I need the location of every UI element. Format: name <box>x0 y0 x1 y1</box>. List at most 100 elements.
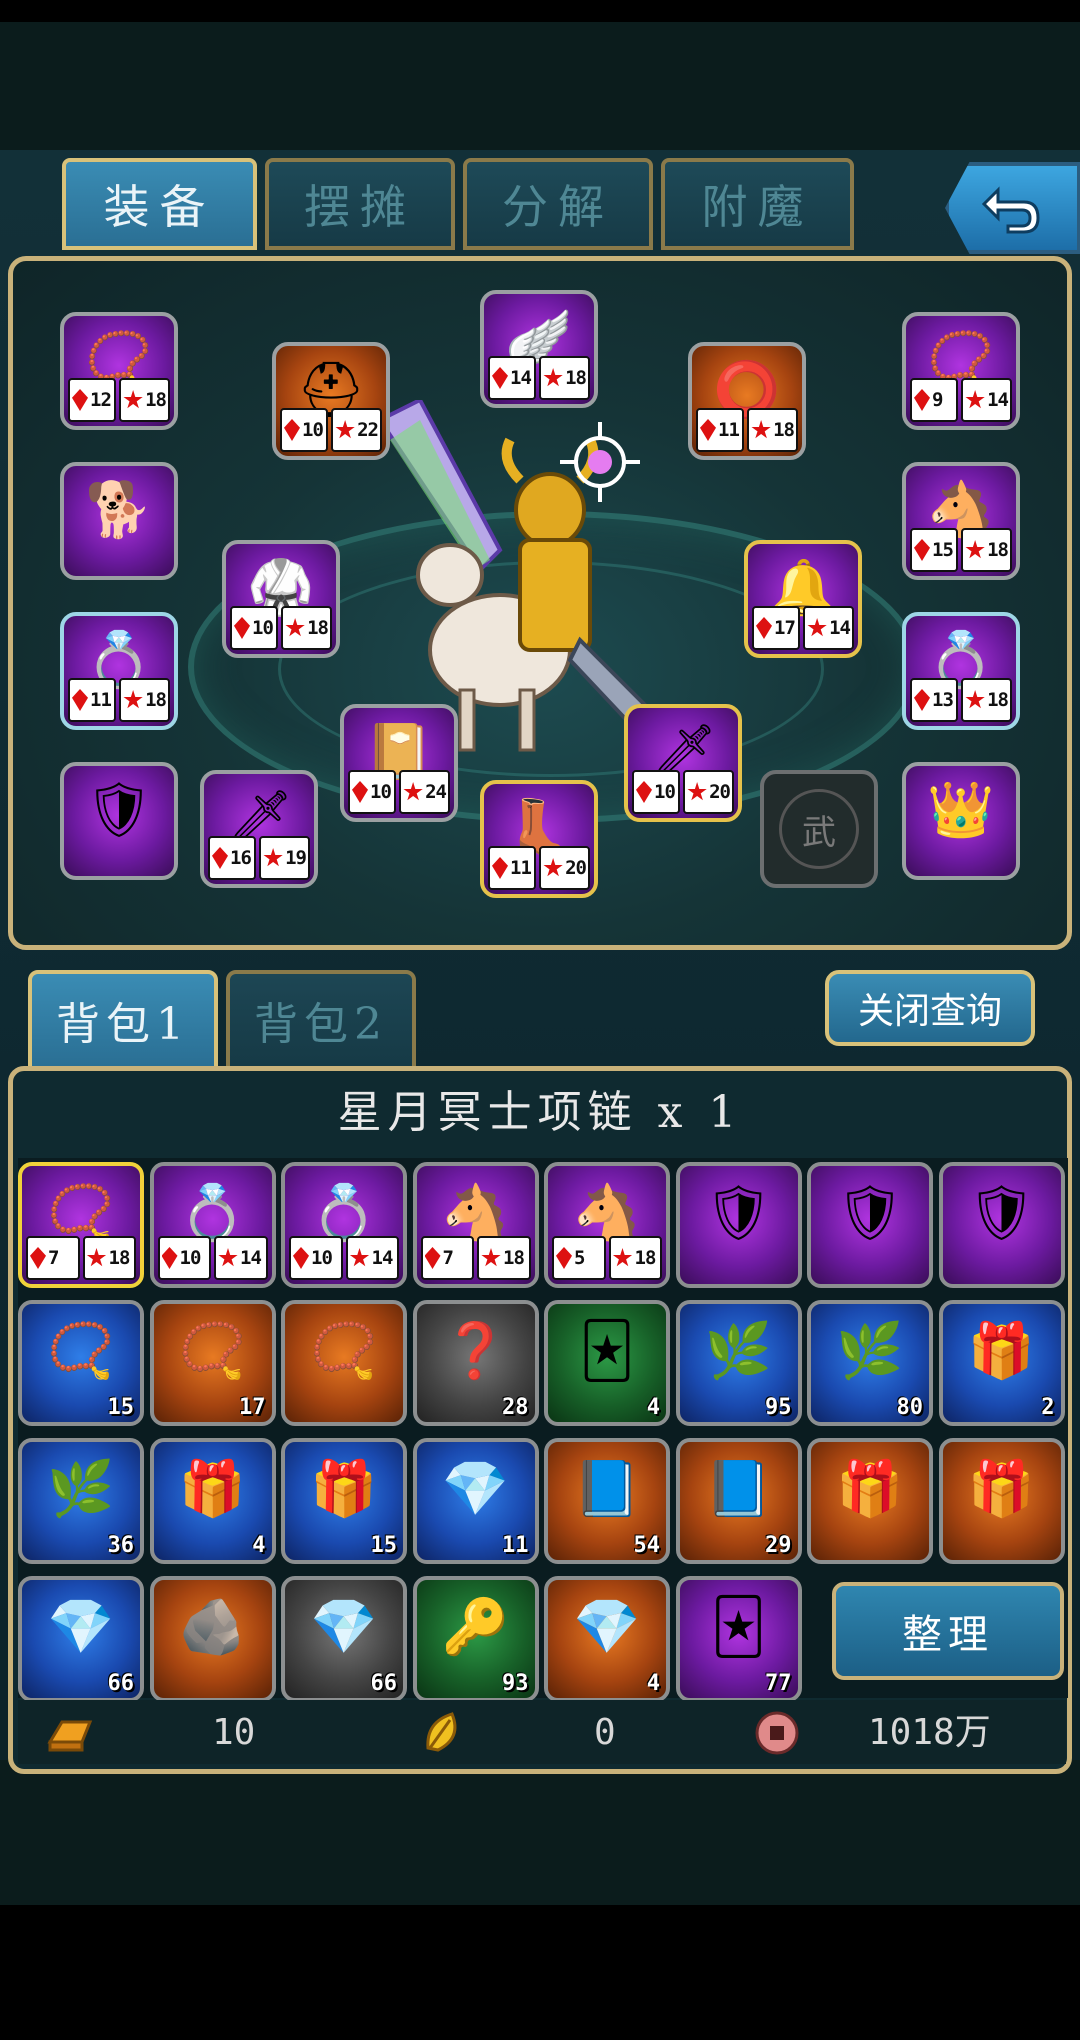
equip-slot-shoulder[interactable]: 🛡 <box>60 762 178 880</box>
tab-decompose[interactable]: 分解 <box>463 158 653 250</box>
tab-equipment[interactable]: 装备 <box>62 158 257 250</box>
bag-slot[interactable]: 📿 <box>281 1300 407 1426</box>
bag-slot[interactable]: 🎁 <box>938 1438 1065 1564</box>
badge-number: 10 <box>311 1247 333 1269</box>
enhance-level-badge: 10 <box>157 1236 211 1280</box>
red-star-icon <box>285 618 305 637</box>
star-level-badge: 18 <box>961 528 1012 572</box>
equip-slot-necklace[interactable]: 📿 12 18 <box>60 312 178 430</box>
stat-badges: 14 18 <box>488 356 590 400</box>
ring-icon: 💍 <box>310 1181 378 1245</box>
equip-slot-wings[interactable]: 🪽 14 18 <box>480 290 598 408</box>
badge-number: 15 <box>932 539 954 561</box>
bag-slot[interactable]: 🎁 2 <box>938 1300 1065 1426</box>
bag-slot[interactable]: 🃏 77 <box>675 1576 802 1702</box>
badge-number: 7 <box>48 1247 59 1269</box>
bag-slot[interactable]: 🎁 <box>807 1438 933 1564</box>
badge-number: 10 <box>370 781 392 803</box>
equip-slot-belt[interactable]: 🔔 17 14 <box>744 540 862 658</box>
bag-slot[interactable]: 💎 11 <box>412 1438 539 1564</box>
red-gem-icon <box>556 1247 572 1269</box>
tab-bag-2[interactable]: 背包2 <box>226 970 416 1070</box>
bag-slot[interactable]: 🌿 80 <box>807 1300 933 1426</box>
close-query-button[interactable]: 关闭查询 <box>825 970 1035 1046</box>
bag-slot[interactable]: 📿 17 <box>149 1300 276 1426</box>
stat-badges: 13 18 <box>910 678 1012 722</box>
stat-badges: 7 18 <box>26 1236 136 1280</box>
bag-slot[interactable]: 💍 10 14 <box>149 1162 276 1288</box>
bag-slot[interactable]: 🐴 5 18 <box>544 1162 670 1288</box>
bag-slot[interactable]: 💎 66 <box>18 1576 144 1702</box>
tab-stall[interactable]: 摆摊 <box>265 158 455 250</box>
bag-slot[interactable]: 🛡 <box>675 1162 802 1288</box>
bag-slot[interactable]: 🔑 93 <box>412 1576 539 1702</box>
copper-coin-icon <box>752 1708 802 1758</box>
bag-slot[interactable]: 💍 10 14 <box>281 1162 407 1288</box>
tab-bag-1[interactable]: 背包1 <box>28 970 218 1070</box>
equip-slot-weapon-empty[interactable]: 武 <box>760 770 878 888</box>
equip-slot-mount[interactable]: 🐴 15 18 <box>902 462 1020 580</box>
equip-slot-bracelet[interactable]: ⭕ 11 18 <box>688 342 806 460</box>
equip-slot-pet[interactable]: 🐕 <box>60 462 178 580</box>
equip-slot-sword[interactable]: 🗡 16 19 <box>200 770 318 888</box>
badge-number: 17 <box>774 617 796 639</box>
shoulder-icon: 🛡 <box>704 1181 773 1245</box>
horse-icon: 🐴 <box>573 1181 641 1245</box>
bag-slot[interactable]: 💎 66 <box>281 1576 407 1702</box>
badge-number: 18 <box>307 617 329 639</box>
badge-number: 10 <box>302 419 324 441</box>
bag-slot[interactable]: 🛡 <box>938 1162 1065 1288</box>
bag-slot[interactable]: 📿 7 18 <box>18 1162 144 1288</box>
star-level-badge: 18 <box>477 1236 531 1280</box>
enhance-level-badge: 14 <box>488 356 537 400</box>
bag-slot[interactable]: 🐴 7 18 <box>412 1162 539 1288</box>
red-star-icon <box>218 1248 238 1267</box>
item-count: 4 <box>646 1395 660 1420</box>
item-count: 80 <box>896 1395 924 1420</box>
bag-slot[interactable]: 🎁 4 <box>149 1438 276 1564</box>
equip-slot-book[interactable]: 📔 10 24 <box>340 704 458 822</box>
star-level-badge: 19 <box>259 836 310 880</box>
bag-slot[interactable]: 📘 54 <box>544 1438 670 1564</box>
equip-slot-ring-left[interactable]: 💍 11 18 <box>60 612 178 730</box>
back-arrow-icon <box>981 186 1040 234</box>
bag-slot[interactable]: ❓ 28 <box>412 1300 539 1426</box>
red-star-icon <box>965 540 985 559</box>
back-button[interactable] <box>945 162 1080 254</box>
equip-slot-ring-right[interactable]: 💍 13 18 <box>902 612 1020 730</box>
red-gem-icon <box>424 1247 441 1269</box>
bag-slot[interactable]: 📘 29 <box>675 1438 802 1564</box>
bag-slot[interactable]: 📿 15 <box>18 1300 144 1426</box>
bag-slot[interactable]: 🌿 36 <box>18 1438 144 1564</box>
item-count: 66 <box>107 1671 135 1696</box>
star-level-badge: 14 <box>345 1236 399 1280</box>
stat-badges: 16 19 <box>208 836 310 880</box>
bag-slot[interactable]: 🎁 15 <box>281 1438 407 1564</box>
bag-slot[interactable]: 🪨 <box>149 1576 276 1702</box>
equip-slot-boots[interactable]: 👢 11 20 <box>480 780 598 898</box>
bag-slot[interactable]: 🃏 4 <box>544 1300 670 1426</box>
bag-slot[interactable]: 💎 4 <box>544 1576 670 1702</box>
enhance-level-badge: 10 <box>289 1236 343 1280</box>
equip-slot-helmet[interactable]: ⛑ 10 22 <box>272 342 390 460</box>
sort-button[interactable]: 整理 <box>832 1582 1064 1680</box>
badge-number: 10 <box>654 781 676 803</box>
stat-badges: 17 14 <box>752 606 854 650</box>
star-level-badge: 18 <box>747 408 798 452</box>
stat-badges: 10 14 <box>157 1236 268 1280</box>
equip-slot-armor[interactable]: 🥋 10 18 <box>222 540 340 658</box>
equip-slot-necklace-2[interactable]: 📿 9 14 <box>902 312 1020 430</box>
red-star-icon <box>481 1248 501 1267</box>
equip-slot-weapon-offhand[interactable]: 🗡 10 20 <box>624 704 742 822</box>
item-count: 4 <box>646 1671 660 1696</box>
equip-slot-vip[interactable]: 👑 <box>902 762 1020 880</box>
star-level-badge: 14 <box>961 378 1012 422</box>
tab-enchant[interactable]: 附魔 <box>661 158 854 250</box>
badge-number: 11 <box>510 857 532 879</box>
shoulder-icon: 🛡 <box>835 1181 905 1245</box>
bag-slot[interactable]: 🛡 <box>807 1162 933 1288</box>
badge-number: 22 <box>357 419 379 441</box>
red-gem-icon <box>352 781 368 803</box>
badge-number: 5 <box>574 1247 585 1269</box>
bag-slot[interactable]: 🌿 95 <box>675 1300 802 1426</box>
